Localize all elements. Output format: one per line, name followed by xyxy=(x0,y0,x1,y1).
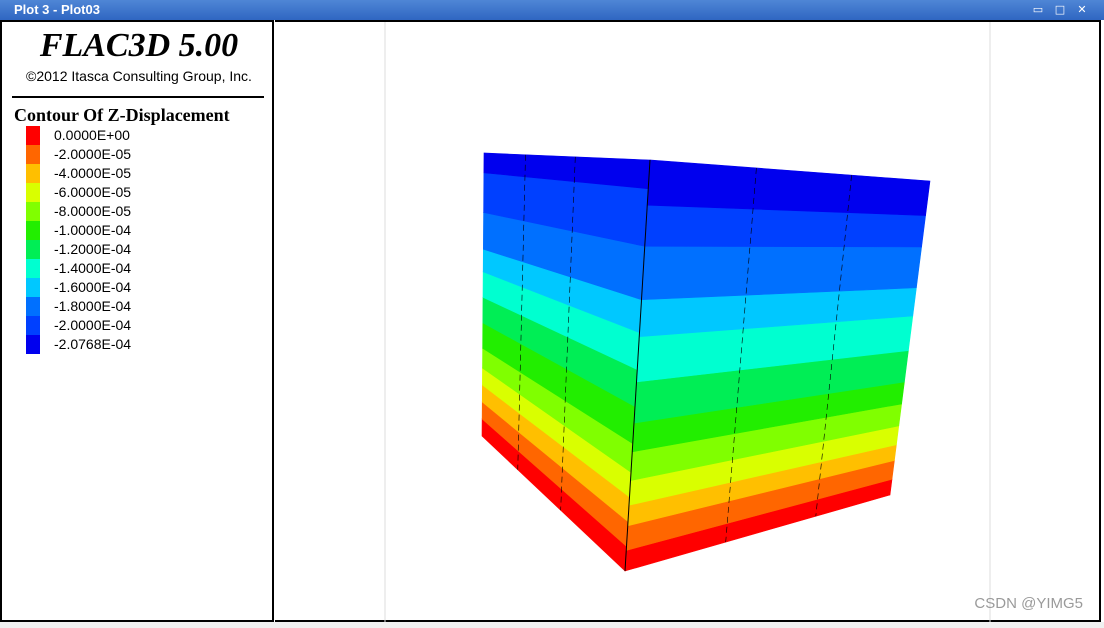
legend-label: -1.4000E-04 xyxy=(54,260,132,276)
legend-divider xyxy=(12,96,264,98)
legend-swatch xyxy=(26,259,40,278)
legend-label: -2.0000E-05 xyxy=(54,146,132,162)
legend-item: -2.0000E-04 xyxy=(26,316,131,335)
legend-item: -1.2000E-04 xyxy=(26,240,131,259)
legend-swatch xyxy=(26,278,40,297)
plot-window: Plot 3 - Plot03 ▭ □ ✕ FLAC3D 5.00 ©2012 … xyxy=(0,0,1104,628)
legend-label: -8.0000E-05 xyxy=(54,203,132,219)
legend-swatch xyxy=(26,126,40,145)
legend-item: -6.0000E-05 xyxy=(26,183,131,202)
close-icon[interactable]: ✕ xyxy=(1074,2,1090,16)
title-bar[interactable]: Plot 3 - Plot03 ▭ □ ✕ xyxy=(0,0,1104,20)
window-controls: ▭ □ ✕ xyxy=(1030,2,1090,16)
watermark: CSDN @YIMG5 xyxy=(974,595,1083,612)
legend-item: -1.4000E-04 xyxy=(26,259,131,278)
app-title: FLAC3D 5.00 xyxy=(39,27,239,64)
legend-item: -1.0000E-04 xyxy=(26,221,131,240)
legend-swatch xyxy=(26,316,40,335)
legend-label: 0.0000E+00 xyxy=(54,127,130,143)
legend-swatch xyxy=(26,164,40,183)
copyright-text: ©2012 Itasca Consulting Group, Inc. xyxy=(26,68,252,84)
legend-swatch xyxy=(26,335,40,354)
legend-label: -1.6000E-04 xyxy=(54,279,132,295)
legend-label: -1.2000E-04 xyxy=(54,241,132,257)
legend-swatch xyxy=(26,145,40,164)
minimize-icon[interactable]: ▭ xyxy=(1030,2,1046,16)
contour-title: Contour Of Z-Displacement xyxy=(14,105,230,125)
legend-label: -4.0000E-05 xyxy=(54,165,132,181)
legend-swatch xyxy=(26,183,40,202)
legend-item: -1.8000E-04 xyxy=(26,297,131,316)
legend-label: -1.0000E-04 xyxy=(54,222,132,238)
model-view[interactable] xyxy=(275,22,1101,624)
contour-bands xyxy=(481,152,931,572)
legend-item: 0.0000E+00 xyxy=(26,126,131,145)
contour-legend: 0.0000E+00 -2.0000E-05 -4.0000E-05 -6.0000E… xyxy=(26,126,131,354)
legend-item: -4.0000E-05 xyxy=(26,164,131,183)
legend-item: -8.0000E-05 xyxy=(26,202,131,221)
window-title: Plot 3 - Plot03 xyxy=(14,2,100,17)
legend-label: -6.0000E-05 xyxy=(54,184,132,200)
plot-viewport[interactable]: CSDN @YIMG5 xyxy=(275,20,1101,624)
legend-item: -1.6000E-04 xyxy=(26,278,131,297)
legend-swatch xyxy=(26,240,40,259)
legend-swatch xyxy=(26,221,40,240)
legend-item: -2.0000E-05 xyxy=(26,145,131,164)
status-strip xyxy=(0,622,1104,628)
legend-label: -2.0000E-04 xyxy=(54,317,132,333)
legend-label: -2.0768E-04 xyxy=(54,336,132,352)
legend-item: -2.0768E-04 xyxy=(26,335,131,354)
legend-swatch xyxy=(26,202,40,221)
maximize-icon[interactable]: □ xyxy=(1052,2,1068,16)
legend-label: -1.8000E-04 xyxy=(54,298,132,314)
legend-panel: FLAC3D 5.00 ©2012 Itasca Consulting Grou… xyxy=(0,20,274,622)
legend-swatch xyxy=(26,297,40,316)
